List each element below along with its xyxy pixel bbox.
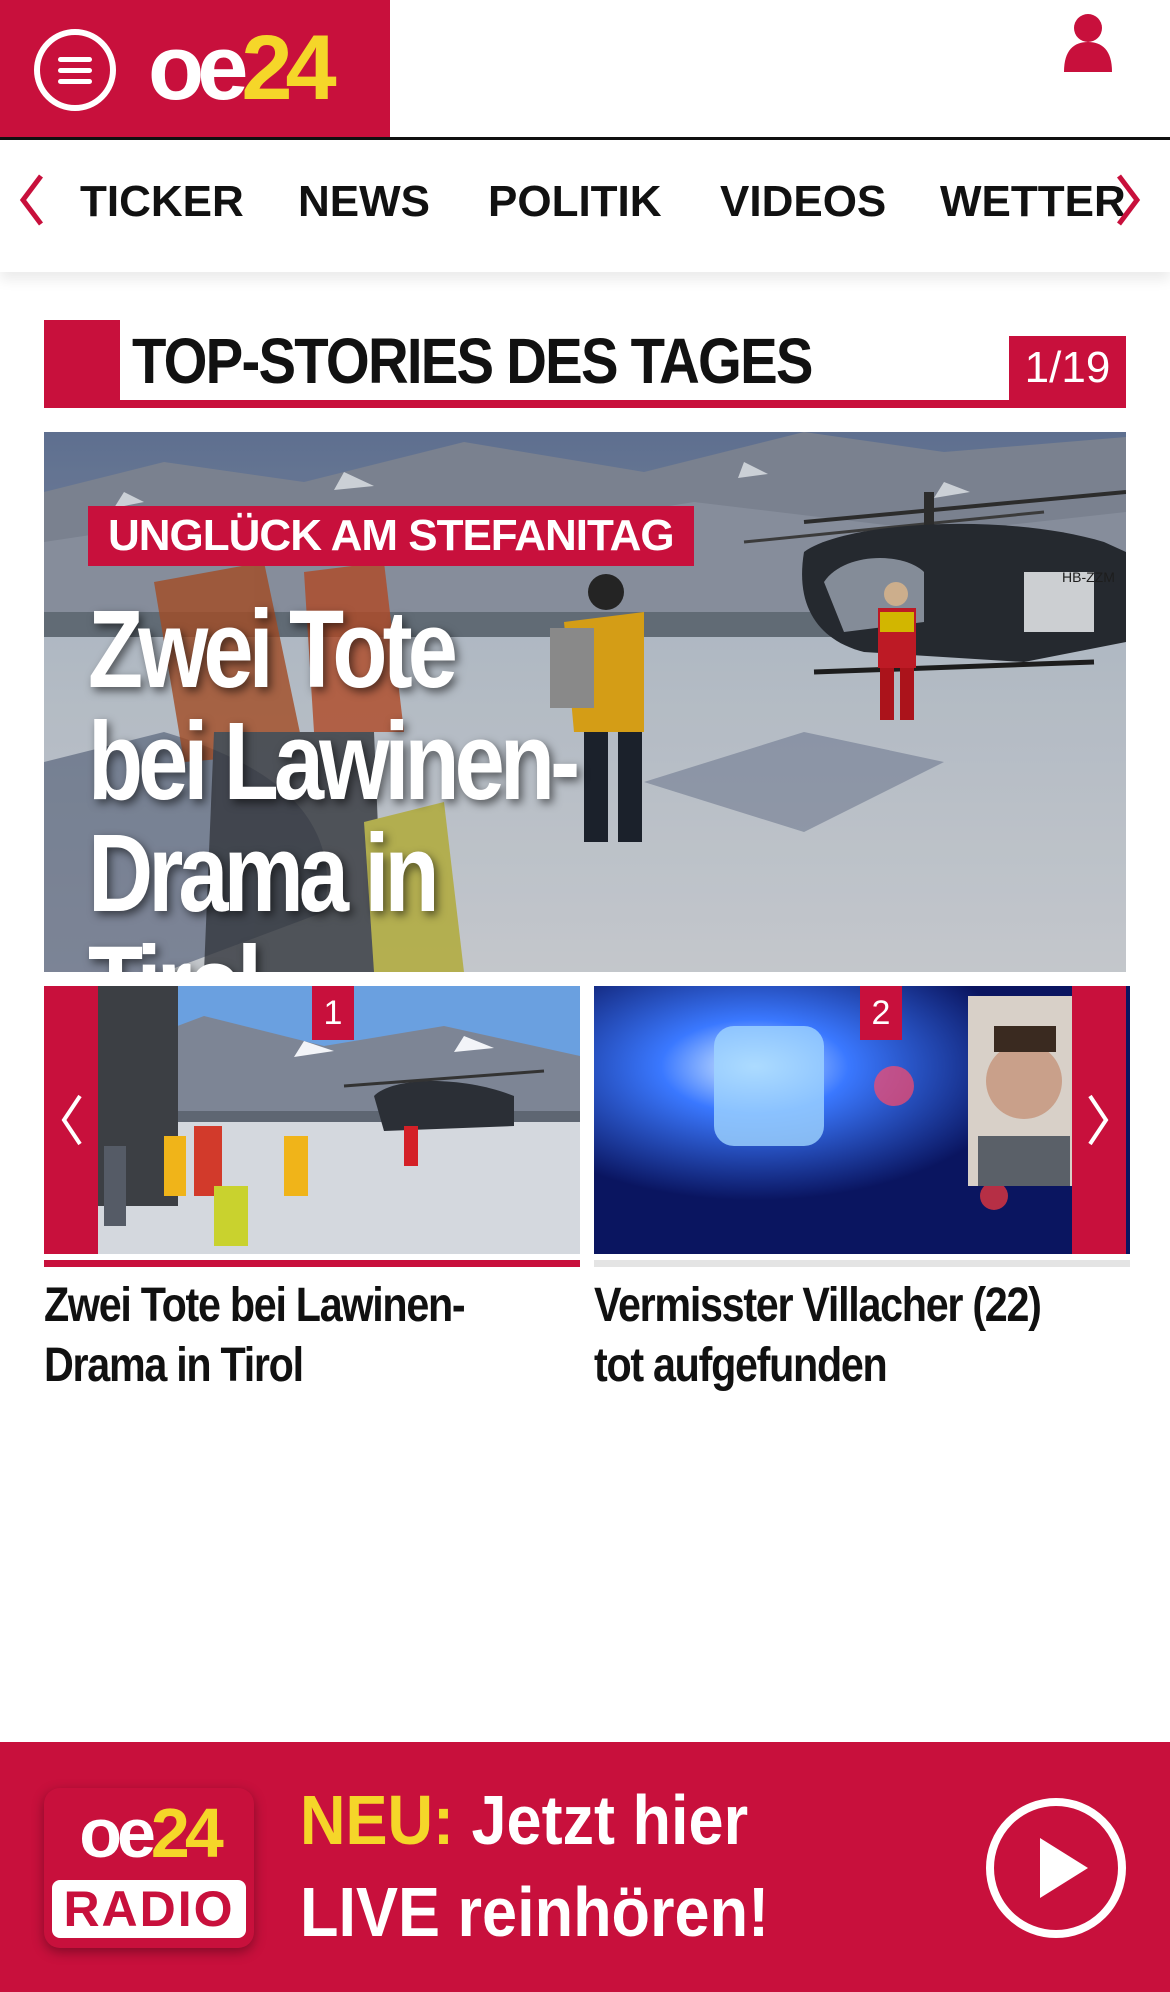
nav-item-news[interactable]: NEWS [298,176,430,228]
nav-item-politik[interactable]: POLITIK [488,176,662,228]
radio-live-banner[interactable]: oe24 RADIO NEU: Jetzt hier LIVE reinhöre… [0,1742,1170,1992]
nav-item-ticker[interactable]: TICKER [80,176,244,228]
section-underline [44,400,1126,408]
story-card-indicator [44,1260,580,1267]
story-rank-badge: 1 [312,986,354,1040]
carousel-prev-icon[interactable] [44,986,98,1254]
carousel-next-icon[interactable] [1072,986,1126,1254]
hero-kicker: UNGLÜCK AM STEFANITAG [88,506,694,566]
nav-item-wetter[interactable]: WETTER [940,176,1126,228]
nav-item-videos[interactable]: VIDEOS [720,176,886,228]
oe24-logo[interactable]: oe 24 [148,18,337,118]
story-counter: 1/19 [1009,336,1126,400]
story-card-title[interactable]: Zwei Tote bei Lawinen-Drama in Tirol [44,1276,508,1396]
hero-title[interactable]: Zwei Tote bei Lawinen- Drama in Tirol [88,594,613,973]
oe24-radio-logo: oe24 RADIO [44,1788,254,1948]
story-card[interactable]: 1 Zwei Tote bei Lawinen-Drama in Tirol [44,986,580,1392]
story-card[interactable]: 2 Vermisster Villacher (22) tot aufgefun… [594,986,1130,1392]
category-nav: TICKER NEWS POLITIK VIDEOS WETTER [0,140,1170,272]
story-rank-badge: 2 [860,986,902,1040]
story-carousel: 1 Zwei Tote bei Lawinen-Drama in Tirol 2… [44,986,1130,1392]
user-account-icon[interactable] [1060,12,1116,72]
top-header: oe 24 [0,0,1170,140]
hamburger-menu-icon[interactable] [34,29,116,111]
play-icon[interactable] [986,1798,1126,1938]
brand-block: oe 24 [0,0,390,137]
top-stories-header: TOP-STORIES DES TAGES 1/19 [44,320,1126,408]
nav-scroll-right-icon[interactable] [1108,170,1148,230]
section-accent [44,320,120,408]
hero-story[interactable]: HB-ZZM UNGLÜCK AM STEFANITAG Zwei Tote b… [44,432,1126,972]
radio-promo-text: NEU: Jetzt hier LIVE reinhören! [300,1781,770,1951]
story-card-title[interactable]: Vermisster Villacher (22) tot aufgefunde… [594,1276,1058,1396]
story-card-indicator [594,1260,1130,1267]
nav-scroll-left-icon[interactable] [12,170,52,230]
section-title: TOP-STORIES DES TAGES [132,325,813,397]
